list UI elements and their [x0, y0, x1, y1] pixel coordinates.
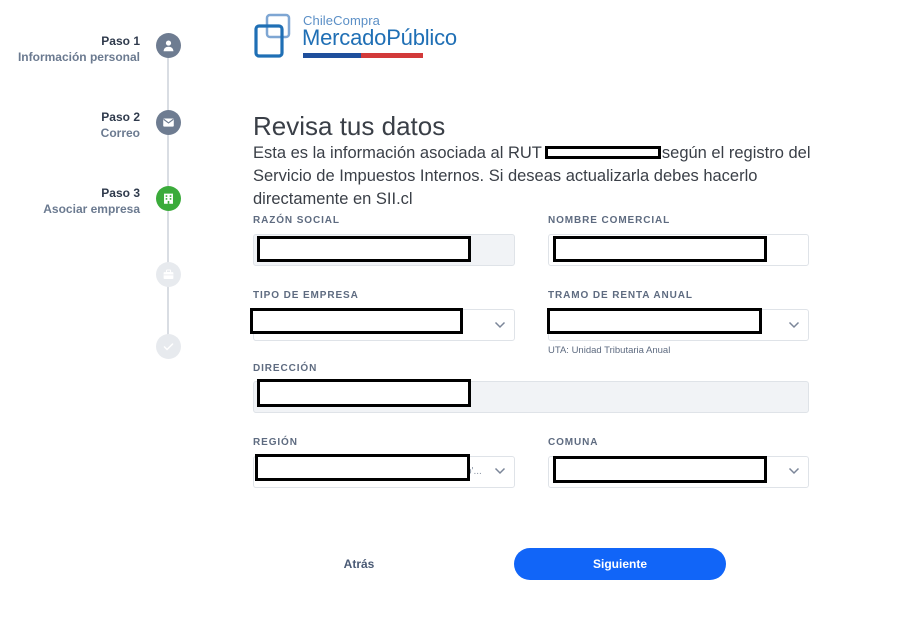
tipo-empresa-label: TIPO DE EMPRESA [253, 290, 359, 301]
redacted-tramo-renta [547, 308, 762, 334]
chevron-down-icon[interactable] [494, 467, 506, 475]
back-button[interactable]: Atrás [330, 552, 388, 576]
redacted-comuna [553, 456, 767, 483]
redacted-tipo-empresa [250, 308, 463, 334]
next-button[interactable]: Siguiente [514, 548, 726, 580]
page-title: Revisa tus datos [253, 111, 446, 141]
razon-social-label: RAZÓN SOCIAL [253, 215, 340, 226]
redacted-direccion [257, 379, 471, 407]
logo-flag-bar [303, 53, 423, 58]
logo-mark-icon [254, 13, 291, 58]
mercadopublico-logo: ChileCompra MercadoPúblico [253, 10, 473, 62]
logo-title: MercadoPúblico [302, 25, 457, 50]
step-4 [0, 262, 200, 302]
building-icon [156, 186, 181, 211]
briefcase-icon [156, 262, 181, 287]
step-3: Paso 3 Asociar empresa [0, 185, 200, 225]
region-label: REGIÓN [253, 437, 298, 448]
chevron-down-icon[interactable] [788, 467, 800, 475]
step-label: Asociar empresa [43, 202, 140, 216]
mail-icon [156, 110, 181, 135]
step-label: Información personal [17, 50, 140, 64]
redacted-region [255, 454, 470, 481]
chevron-down-icon[interactable] [788, 321, 800, 329]
redacted-nombre-comercial [553, 236, 767, 262]
redacted-rut [544, 146, 661, 159]
step-label: Correo [100, 126, 140, 140]
progress-stepper: Paso 1 Información personal Paso 2 Corre… [0, 0, 200, 380]
direccion-label: DIRECCIÓN [253, 363, 318, 374]
check-icon [156, 334, 181, 359]
redacted-razon-social [257, 236, 471, 262]
user-icon [156, 33, 181, 58]
nombre-comercial-label: NOMBRE COMERCIAL [548, 215, 671, 226]
step-number: Paso 2 [101, 110, 140, 124]
step-1: Paso 1 Información personal [0, 33, 200, 73]
chevron-down-icon[interactable] [494, 321, 506, 329]
page-description: Esta es la información asociada al RUT se… [253, 144, 811, 208]
step-5 [0, 334, 200, 374]
step-number: Paso 3 [101, 186, 140, 200]
comuna-label: COMUNA [548, 437, 599, 448]
step-2: Paso 2 Correo [0, 109, 200, 149]
tramo-renta-label: TRAMO DE RENTA ANUAL [548, 290, 693, 301]
step-number: Paso 1 [101, 34, 140, 48]
uta-hint: UTA: Unidad Tributaria Anual [548, 345, 671, 356]
